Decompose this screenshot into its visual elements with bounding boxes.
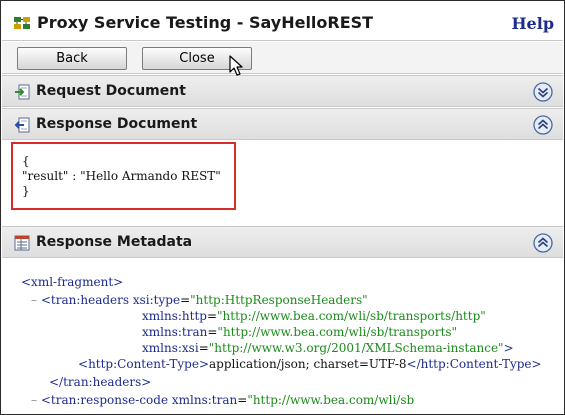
ns-xsi-attr: xmlns:xsi	[142, 341, 199, 355]
button-bar: Back Close	[2, 42, 563, 74]
xml-ns-http-line: xmlns:http="http://www.bea.com/wli/sb/tr…	[142, 309, 486, 323]
response-document-header[interactable]: Response Document	[2, 108, 563, 140]
headers-close-tag: tran:headers	[63, 375, 142, 389]
content-type-value: application/json; charset=UTF-8	[209, 357, 407, 371]
window-title: Proxy Service Testing - SayHelloREST	[37, 13, 374, 32]
headers-tag: tran:headers	[50, 293, 130, 307]
response-document-title: Response Document	[36, 116, 198, 132]
xml-headers-close-line: </tran:headers>	[49, 375, 152, 389]
ns-tran-attr: xmlns:tran	[142, 325, 208, 339]
collapse-chevron-icon[interactable]	[533, 115, 553, 135]
metadata-icon	[14, 235, 30, 251]
mouse-pointer-icon	[229, 55, 243, 76]
json-close-brace: }	[22, 184, 30, 198]
response-code-tag: tran:response-code	[50, 393, 169, 407]
proxy-testing-window: Proxy Service Testing - SayHelloREST Hel…	[0, 0, 565, 415]
response-metadata-panel: <xml-fragment> – <tran:headers xsi:type=…	[2, 258, 563, 414]
content-type-open-tag: http:Content-Type	[88, 357, 199, 371]
response-metadata-title: Response Metadata	[36, 234, 193, 250]
response-code-ns-attr: xmlns:tran	[171, 393, 238, 407]
back-button[interactable]: Back	[17, 47, 127, 70]
title-bar: Proxy Service Testing - SayHelloREST Hel…	[2, 2, 563, 41]
response-arrow-icon	[14, 117, 30, 133]
response-metadata-header[interactable]: Response Metadata	[2, 226, 563, 258]
response-json-highlight: { "result" : "Hello Armando REST" }	[11, 142, 236, 210]
expand-chevron-icon[interactable]	[533, 82, 553, 102]
response-code-ns-value: "http://www.bea.com/wli/sb	[247, 393, 415, 407]
json-result-line: "result" : "Hello Armando REST"	[22, 169, 221, 183]
proxy-service-icon	[14, 17, 30, 29]
xml-fragment-tag: <xml-fragment>	[21, 275, 124, 289]
request-document-header[interactable]: Request Document	[2, 75, 563, 107]
content-type-close-tag: http:Content-Type	[420, 357, 532, 371]
collapse-dash-icon[interactable]: –	[31, 293, 37, 307]
request-arrow-icon	[15, 84, 30, 100]
help-link[interactable]: Help	[511, 14, 554, 33]
response-document-panel: { "result" : "Hello Armando REST" }	[2, 140, 563, 227]
collapse-chevron-icon[interactable]	[533, 233, 553, 253]
xml-response-code-line: – <tran:response-code xmlns:tran="http:/…	[31, 393, 415, 407]
xml-ns-xsi-line: xmlns:xsi="http://www.w3.org/2001/XMLSch…	[142, 341, 514, 355]
xml-headers-open-line: – <tran:headers xsi:type="http:HttpRespo…	[31, 293, 368, 307]
ns-tran-value: "http://www.bea.com/wli/sb/transports"	[217, 325, 458, 339]
ns-http-attr: xmlns:http	[142, 309, 207, 323]
json-open-brace: {	[22, 154, 30, 168]
ns-http-value: "http://www.bea.com/wli/sb/transports/ht…	[217, 309, 486, 323]
collapse-dash-icon[interactable]: –	[31, 393, 37, 407]
xml-fragment-line: <xml-fragment>	[21, 274, 123, 290]
xsi-type-value: "http:HttpResponseHeaders"	[190, 293, 368, 307]
xsi-type-attr: xsi:type	[132, 293, 181, 307]
ns-xsi-value: "http://www.w3.org/2001/XMLSchema-instan…	[208, 341, 504, 355]
xml-content-type-line: <http:Content-Type>application/json; cha…	[78, 357, 542, 371]
xml-ns-tran-line: xmlns:tran="http://www.bea.com/wli/sb/tr…	[142, 325, 458, 339]
request-document-title: Request Document	[36, 83, 186, 99]
